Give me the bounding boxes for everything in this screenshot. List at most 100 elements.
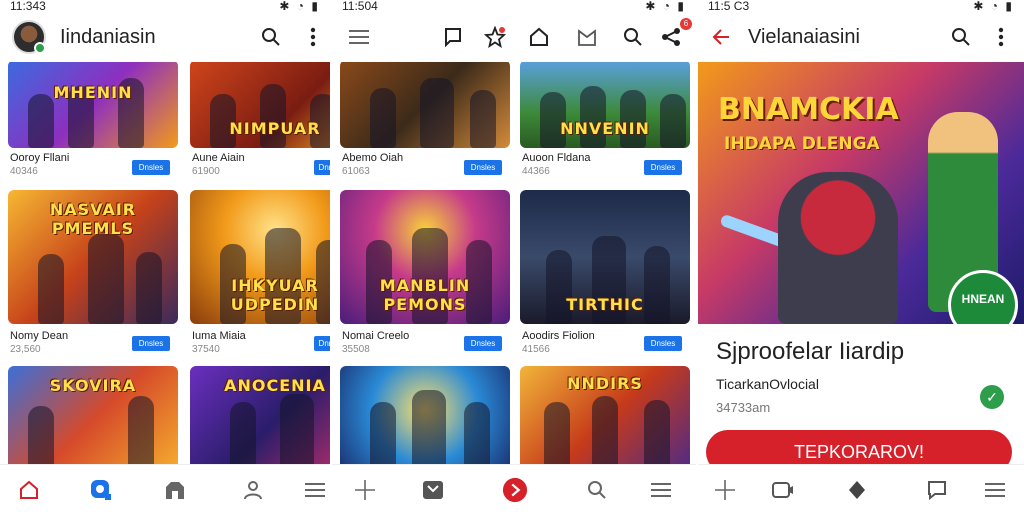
game-logo: MHENIN	[53, 83, 133, 102]
install-badge[interactable]: Dnsles	[464, 160, 502, 175]
game-thumbnail: NNVENIN	[520, 62, 690, 148]
install-badge[interactable]: Dnnsles	[314, 160, 330, 175]
game-card[interactable]: SKOVIRA	[8, 366, 178, 464]
share-icon[interactable]: 6	[656, 18, 692, 52]
online-dot	[34, 42, 46, 54]
game-thumbnail: SKOVIRA	[8, 366, 178, 464]
search-icon[interactable]	[946, 22, 976, 52]
play-icon[interactable]	[502, 477, 528, 503]
status-icons: ✱ ◔ ▮	[279, 0, 320, 13]
status-time: 11:5 C3	[708, 0, 750, 13]
inbox-icon[interactable]	[572, 22, 602, 52]
game-card[interactable]: TIRTHIC Aoodirs Fiolion 41566 Dnsles	[520, 190, 690, 355]
status-icons: ✱ ◔ ▮	[645, 0, 686, 13]
video-icon[interactable]	[770, 477, 796, 503]
search-icon[interactable]	[256, 22, 286, 52]
hero-banner: BNAMCKIA IHDAPA DLENGA HNEAN	[698, 62, 1024, 324]
game-logo: MANBLIN PEMONS	[379, 276, 471, 314]
home-icon[interactable]	[16, 477, 42, 503]
avatar[interactable]	[12, 20, 46, 54]
game-count: 44366	[522, 166, 550, 177]
game-logo: ANOCENIA	[224, 376, 326, 395]
search-nav-icon[interactable]	[584, 477, 610, 503]
star-icon[interactable]	[480, 22, 510, 52]
game-title: Auoon Fldana	[522, 152, 591, 164]
game-card[interactable]: Abemo Oiah 61063 Dnsles	[340, 62, 510, 177]
game-card[interactable]: MHENIN Ooroy Fllani 40346 Dnsles	[8, 62, 178, 177]
game-thumbnail: ANOCENIA	[190, 366, 330, 464]
game-logo: SKOVIRA	[49, 376, 137, 395]
game-count: 61063	[342, 166, 370, 177]
library-icon[interactable]	[162, 477, 188, 503]
game-title: Nomai Creelo	[342, 330, 410, 342]
install-badge[interactable]: Dnsles	[464, 336, 502, 351]
game-count: 40346	[10, 166, 38, 177]
install-badge[interactable]: Dnsles	[132, 160, 170, 175]
game-title: Aoodirs Fiolion	[522, 330, 595, 342]
home-outline-icon[interactable]	[524, 22, 554, 52]
bookmark-icon[interactable]	[438, 22, 468, 52]
game-title: Iuma Miaia	[192, 330, 246, 342]
diamond-icon[interactable]	[844, 477, 870, 503]
game-logo: IHKYUAR UDPEDIN	[230, 276, 320, 314]
game-card[interactable]: NNDIRS	[520, 366, 690, 464]
menu-icon[interactable]	[982, 477, 1008, 503]
status-time: 11:504	[342, 0, 378, 13]
home-panel: 11:343 ✱ ◔ ▮ Iindaniasin MHENIN Ooroy Fl…	[0, 0, 330, 512]
install-badge[interactable]: Dnsles	[132, 336, 170, 351]
game-card[interactable]: ANOCENIA	[190, 366, 330, 464]
sparkle-icon[interactable]	[712, 477, 738, 503]
game-count: 23,560	[10, 344, 41, 355]
profile-icon[interactable]	[240, 477, 266, 503]
search-icon[interactable]	[618, 22, 648, 52]
status-time: 11:343	[10, 0, 46, 13]
download-count: 34733am	[716, 400, 771, 415]
game-thumbnail: TIRTHIC	[520, 190, 690, 324]
back-arrow-icon[interactable]	[706, 22, 736, 52]
menu-icon[interactable]	[344, 22, 374, 52]
hero-subtitle: IHDAPA DLENGA	[724, 134, 880, 154]
chat-icon[interactable]	[924, 477, 950, 503]
game-count: 61900	[192, 166, 220, 177]
more-vert-icon[interactable]	[298, 22, 328, 52]
developer-name[interactable]: TicarkanOvlocial	[716, 376, 819, 392]
game-logo: NASVAIR PMEMLS	[49, 200, 137, 238]
more-vert-icon[interactable]	[986, 22, 1016, 52]
game-card[interactable]	[340, 366, 510, 464]
game-logo: NNVENIN	[560, 119, 650, 138]
game-card[interactable]: IHKYUAR UDPEDIN Iuma Miaia 37540 Dnnsles	[190, 190, 330, 355]
search-nav-icon[interactable]	[88, 477, 114, 503]
install-badge[interactable]: Dnnsles	[314, 336, 330, 351]
bottom-nav	[698, 464, 1024, 512]
game-logo: NNDIRS	[567, 374, 643, 393]
game-card[interactable]: MANBLIN PEMONS Nomai Creelo 35508 Dnsles	[340, 190, 510, 355]
game-thumbnail	[340, 62, 510, 148]
menu-icon[interactable]	[648, 477, 674, 503]
bottom-nav	[0, 464, 330, 512]
game-count: 35508	[342, 344, 370, 355]
hero-title: BNAMCKIA	[718, 92, 899, 127]
game-card[interactable]: NASVAIR PMEMLS Nomy Dean 23,560 Dnsles	[8, 190, 178, 355]
game-thumbnail: NIMPUAR	[190, 62, 330, 148]
game-thumbnail: NNDIRS	[520, 366, 690, 464]
sparkle-icon[interactable]	[352, 477, 378, 503]
page-title: Vielanaiasini	[748, 26, 860, 48]
game-card[interactable]: NIMPUAR Aune Aiain 61900 Dnnsles	[190, 62, 330, 177]
game-card[interactable]: NNVENIN Auoon Fldana 44366 Dnsles	[520, 62, 690, 177]
install-badge[interactable]: Dnsles	[644, 160, 682, 175]
detail-panel: 11:5 C3 ✱ ◔ ▮ Vielanaiasini BNAMCKIA IHD…	[698, 0, 1024, 512]
install-badge[interactable]: Dnsles	[644, 336, 682, 351]
game-title: Ooroy Fllani	[10, 152, 70, 164]
menu-icon[interactable]	[302, 477, 328, 503]
page-title: Iindaniasin	[60, 26, 156, 48]
app-bar: Iindaniasin	[0, 14, 330, 60]
status-bar: 11:343 ✱ ◔ ▮	[0, 0, 330, 14]
game-logo: TIRTHIC	[566, 295, 644, 314]
game-title: Nomy Dean	[10, 330, 69, 342]
status-bar: 11:5 C3 ✱ ◔ ▮	[698, 0, 1024, 14]
game-thumbnail: NASVAIR PMEMLS	[8, 190, 178, 324]
game-count: 41566	[522, 344, 550, 355]
game-grid: Abemo Oiah 61063 Dnsles NNVENIN Auoon Fl…	[332, 62, 696, 464]
games-icon[interactable]	[420, 477, 446, 503]
game-thumbnail	[340, 366, 510, 464]
